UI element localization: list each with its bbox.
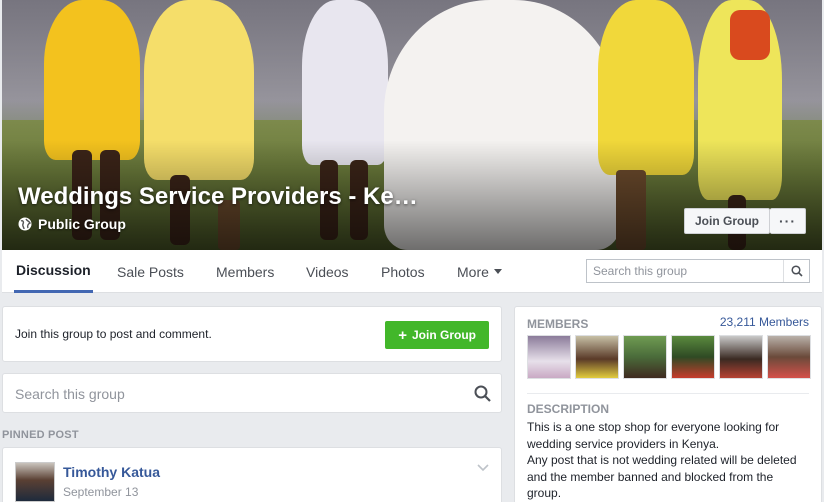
cover-figure (44, 0, 140, 160)
post-author[interactable]: Timothy Katua (63, 464, 160, 480)
search-icon[interactable] (474, 385, 491, 402)
description-line: Any post that is not wedding related wil… (527, 453, 797, 467)
group-search-input[interactable] (15, 382, 455, 406)
pinned-post-card: Timothy Katua September 13 (2, 447, 502, 502)
cover-actions: Join Group ··· (684, 208, 806, 234)
tab-more[interactable]: More (457, 250, 502, 293)
join-group-primary-button[interactable]: + Join Group (385, 321, 489, 349)
member-thumbnails (527, 335, 811, 379)
group-title[interactable]: Weddings Service Providers - Ke… (18, 183, 418, 211)
join-group-button[interactable]: Join Group (684, 208, 770, 234)
member-avatar[interactable] (671, 335, 715, 379)
members-count-link[interactable]: 23,211 Members (720, 315, 809, 329)
join-group-primary-label: Join Group (412, 328, 476, 342)
tab-photos[interactable]: Photos (381, 250, 425, 293)
globe-icon (18, 217, 32, 231)
tab-videos[interactable]: Videos (306, 250, 349, 293)
description-heading: DESCRIPTION (527, 402, 610, 416)
group-nav: Discussion Sale Posts Members Videos Pho… (2, 250, 822, 293)
member-avatar[interactable] (719, 335, 763, 379)
group-privacy: Public Group (18, 216, 126, 232)
post-date[interactable]: September 13 (63, 485, 138, 499)
nav-search-input[interactable] (587, 260, 783, 282)
group-search-card (2, 373, 502, 413)
chevron-down-icon (493, 269, 502, 274)
member-avatar[interactable] (623, 335, 667, 379)
search-icon (790, 265, 803, 277)
group-privacy-label: Public Group (38, 216, 126, 232)
members-heading: MEMBERS (527, 317, 589, 331)
tab-discussion[interactable]: Discussion (14, 250, 93, 293)
tab-sale-posts[interactable]: Sale Posts (117, 250, 184, 293)
join-prompt-text: Join this group to post and comment. (15, 327, 212, 341)
member-avatar[interactable] (527, 335, 571, 379)
join-prompt-card: Join this group to post and comment. + J… (2, 306, 502, 362)
avatar[interactable] (15, 462, 55, 502)
description-line: wedding service providers in Kenya. (527, 436, 720, 451)
description-line: This is a one stop shop for everyone loo… (527, 420, 780, 434)
member-avatar[interactable] (767, 335, 811, 379)
group-description: This is a one stop shop for everyone loo… (527, 419, 813, 502)
description-line: group. (527, 486, 562, 500)
group-info-card: MEMBERS 23,211 Members DESCRIPTION This … (514, 306, 822, 502)
description-line: and the member banned and blocked from t… (527, 469, 774, 484)
member-avatar[interactable] (575, 335, 619, 379)
cover-photo[interactable]: Weddings Service Providers - Ke… Public … (2, 0, 822, 250)
chevron-down-icon[interactable] (477, 464, 489, 472)
plus-icon: + (398, 326, 407, 344)
more-options-button[interactable]: ··· (770, 208, 806, 234)
divider (527, 393, 809, 394)
tab-members[interactable]: Members (216, 250, 274, 293)
tab-more-label: More (457, 263, 489, 280)
nav-search-button[interactable] (783, 260, 809, 282)
nav-search (586, 259, 810, 283)
cover-figure-scarf (730, 10, 770, 60)
pinned-post-label: PINNED POST (2, 429, 79, 441)
